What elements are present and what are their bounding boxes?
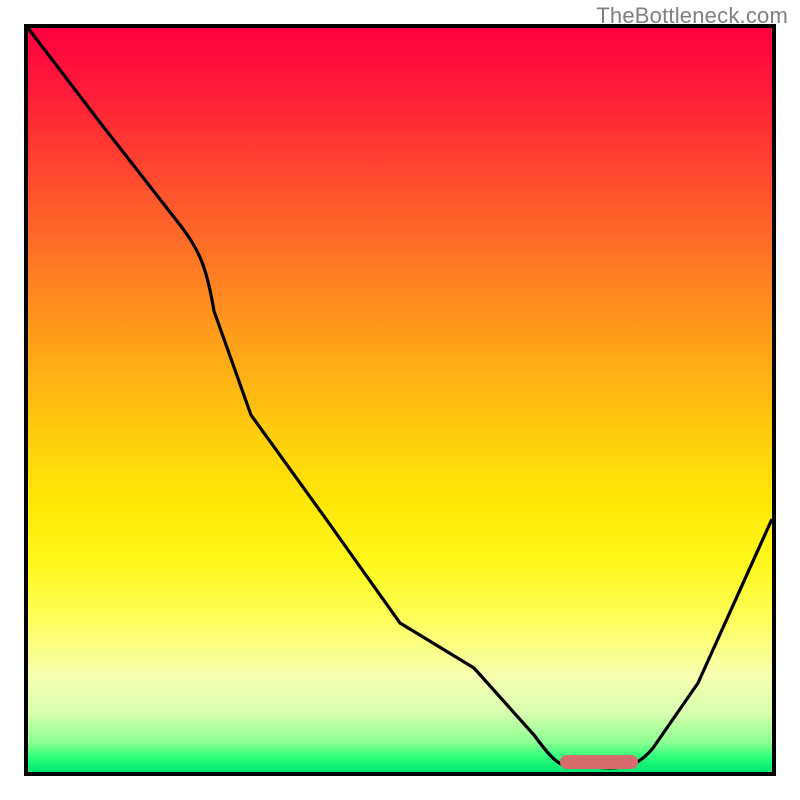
bottleneck-curve-path [28,28,772,768]
curve-layer [28,28,772,772]
bottleneck-chart: TheBottleneck.com [0,0,800,800]
plot-area [24,24,776,776]
optimal-range-marker [560,755,638,769]
watermark-text: TheBottleneck.com [596,3,788,29]
